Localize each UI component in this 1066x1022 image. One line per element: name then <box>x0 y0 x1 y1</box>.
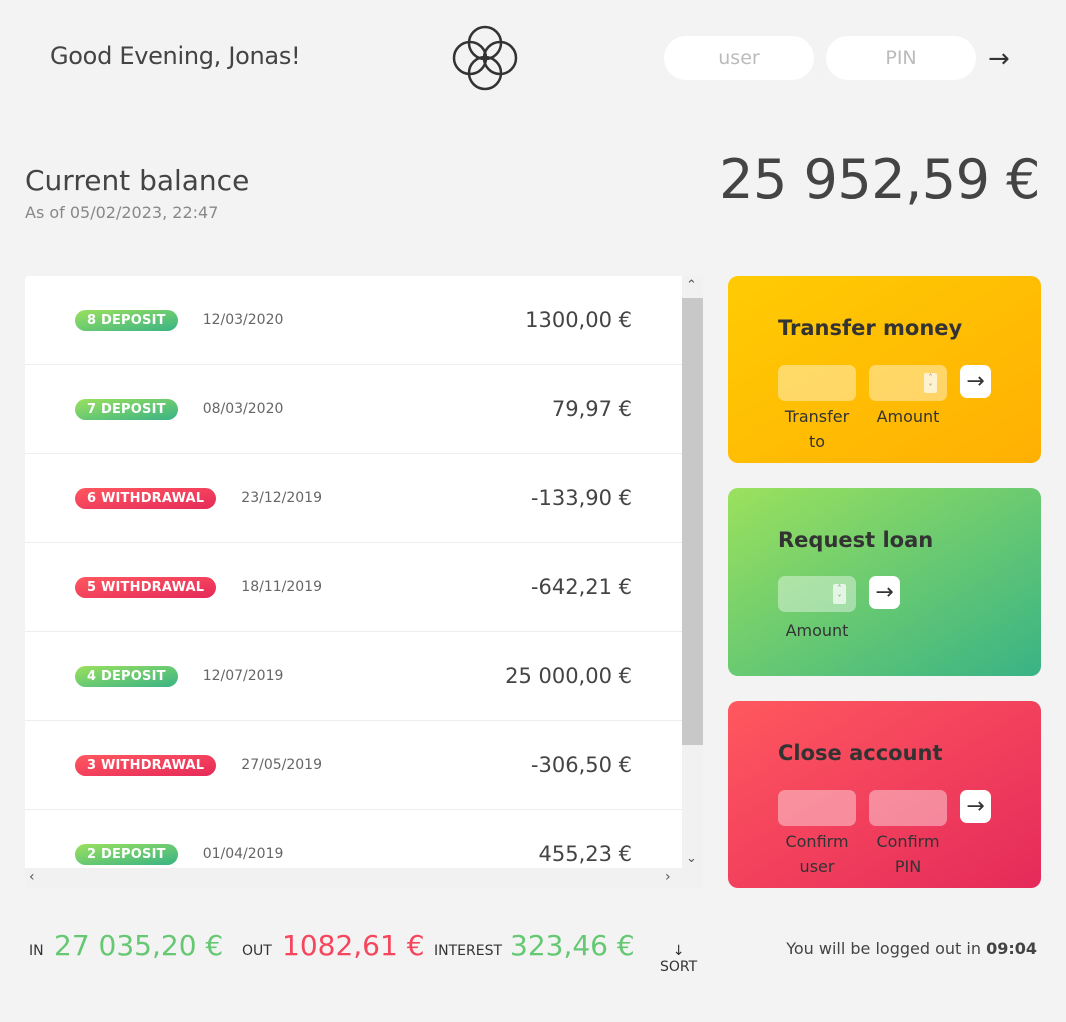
movement-type-badge: 3 WITHDRAWAL <box>75 754 217 776</box>
scroll-left-icon[interactable]: ‹ <box>29 869 35 885</box>
movement-date: 12/07/2019 <box>202 668 284 684</box>
login-user-input[interactable]: user <box>664 36 814 80</box>
movement-value: 79,97 € <box>551 397 632 421</box>
movement-date: 23/12/2019 <box>241 490 322 506</box>
movement-date: 27/05/2019 <box>241 757 322 773</box>
transfer-amount-label: Amount <box>876 407 940 426</box>
transfer-to-label: Transfer to <box>784 407 850 451</box>
loan-amount-label: Amount <box>785 621 849 640</box>
scrollbar-thumb[interactable] <box>682 298 703 745</box>
movement-value: -306,50 € <box>530 753 632 777</box>
amount-spinner-icon[interactable]: ˄ ˅ <box>924 373 937 393</box>
movement-row: 4 DEPOSIT 12/07/2019 25 000,00 € <box>25 632 682 721</box>
movement-date: 01/04/2019 <box>202 846 284 862</box>
transfer-submit-button[interactable]: → <box>960 365 991 398</box>
movement-date: 08/03/2020 <box>202 401 284 417</box>
movement-type-badge: 5 WITHDRAWAL <box>75 576 217 598</box>
logo-icon <box>452 25 518 91</box>
amount-spinner-icon[interactable]: ˄ ˅ <box>833 584 846 604</box>
transfer-to-input[interactable] <box>778 365 856 401</box>
scroll-up-icon[interactable]: ⌃ <box>686 278 697 293</box>
vertical-scrollbar[interactable]: ⌃ ⌄ <box>682 276 703 868</box>
movement-row: 2 DEPOSIT 01/04/2019 455,23 € <box>25 810 682 868</box>
sort-button[interactable]: ↓ SORT <box>660 943 697 975</box>
close-user-label: Confirm user <box>785 832 849 876</box>
close-pin-input[interactable] <box>869 790 947 826</box>
balance-date: As of 05/02/2023, 22:47 <box>25 203 219 222</box>
logout-text: You will be logged out in <box>786 939 987 958</box>
logout-timer-text: You will be logged out in 09:04 <box>786 939 1037 958</box>
close-submit-button[interactable]: → <box>960 790 991 823</box>
summary-out-value: 1082,61 € <box>282 929 425 962</box>
loan-panel: Request loan ˄ ˅ → Amount <box>728 488 1041 676</box>
close-pin-label: Confirm PIN <box>876 832 940 876</box>
movement-value: 1300,00 € <box>525 308 632 332</box>
close-account-title: Close account <box>778 741 943 765</box>
loan-title: Request loan <box>778 528 934 552</box>
movement-value: 25 000,00 € <box>505 664 632 688</box>
movements-list: 8 DEPOSIT 12/03/2020 1300,00 € 7 DEPOSIT 08/… <box>25 276 682 868</box>
close-account-panel: Close account → Confirm user Confirm PIN <box>728 701 1041 888</box>
close-user-input[interactable] <box>778 790 856 826</box>
transfer-panel: Transfer money ˄ ˅ → Transfer to Amount <box>728 276 1041 463</box>
movement-type-badge: 6 WITHDRAWAL <box>75 487 217 509</box>
movement-value: -133,90 € <box>530 486 632 510</box>
scroll-down-icon[interactable]: ⌄ <box>686 851 697 866</box>
movements-panel[interactable]: 8 DEPOSIT 12/03/2020 1300,00 € 7 DEPOSIT 08/… <box>25 276 703 888</box>
summary-interest-value: 323,46 € <box>510 929 635 962</box>
transfer-amount-input[interactable]: ˄ ˅ <box>869 365 947 401</box>
movement-date: 12/03/2020 <box>202 312 284 328</box>
horizontal-scrollbar[interactable]: ‹ › <box>25 868 703 888</box>
summary-interest-label: Interest <box>434 943 503 959</box>
movement-type-badge: 4 DEPOSIT <box>75 665 178 687</box>
movement-row: 7 DEPOSIT 08/03/2020 79,97 € <box>25 365 682 454</box>
balance-value: 25 952,59 € <box>719 148 1040 211</box>
movement-type-badge: 8 DEPOSIT <box>75 309 178 331</box>
movement-value: 455,23 € <box>538 842 632 866</box>
login-button[interactable]: → <box>988 46 1010 72</box>
logout-timer: 09:04 <box>986 939 1037 958</box>
balance-label: Current balance <box>25 164 250 197</box>
movement-row: 6 WITHDRAWAL 23/12/2019 -133,90 € <box>25 454 682 543</box>
scroll-right-icon[interactable]: › <box>665 869 671 885</box>
movement-type-badge: 7 DEPOSIT <box>75 398 178 420</box>
movement-row: 3 WITHDRAWAL 27/05/2019 -306,50 € <box>25 721 682 810</box>
movement-row: 5 WITHDRAWAL 18/11/2019 -642,21 € <box>25 543 682 632</box>
movement-type-badge: 2 DEPOSIT <box>75 843 178 865</box>
movement-row: 8 DEPOSIT 12/03/2020 1300,00 € <box>25 276 682 365</box>
transfer-title: Transfer money <box>778 316 963 340</box>
welcome-message: Good Evening, Jonas! <box>50 42 301 70</box>
sort-arrow-icon: ↓ <box>672 943 685 959</box>
login-pin-input[interactable]: PIN <box>826 36 976 80</box>
loan-submit-button[interactable]: → <box>869 576 900 609</box>
loan-amount-input[interactable]: ˄ ˅ <box>778 576 856 612</box>
movement-value: -642,21 € <box>530 575 632 599</box>
summary-in-label: In <box>29 943 44 959</box>
sort-label: SORT <box>660 959 698 975</box>
summary-out-label: Out <box>242 943 272 959</box>
movement-date: 18/11/2019 <box>241 579 322 595</box>
summary-in-value: 27 035,20 € <box>54 929 224 962</box>
